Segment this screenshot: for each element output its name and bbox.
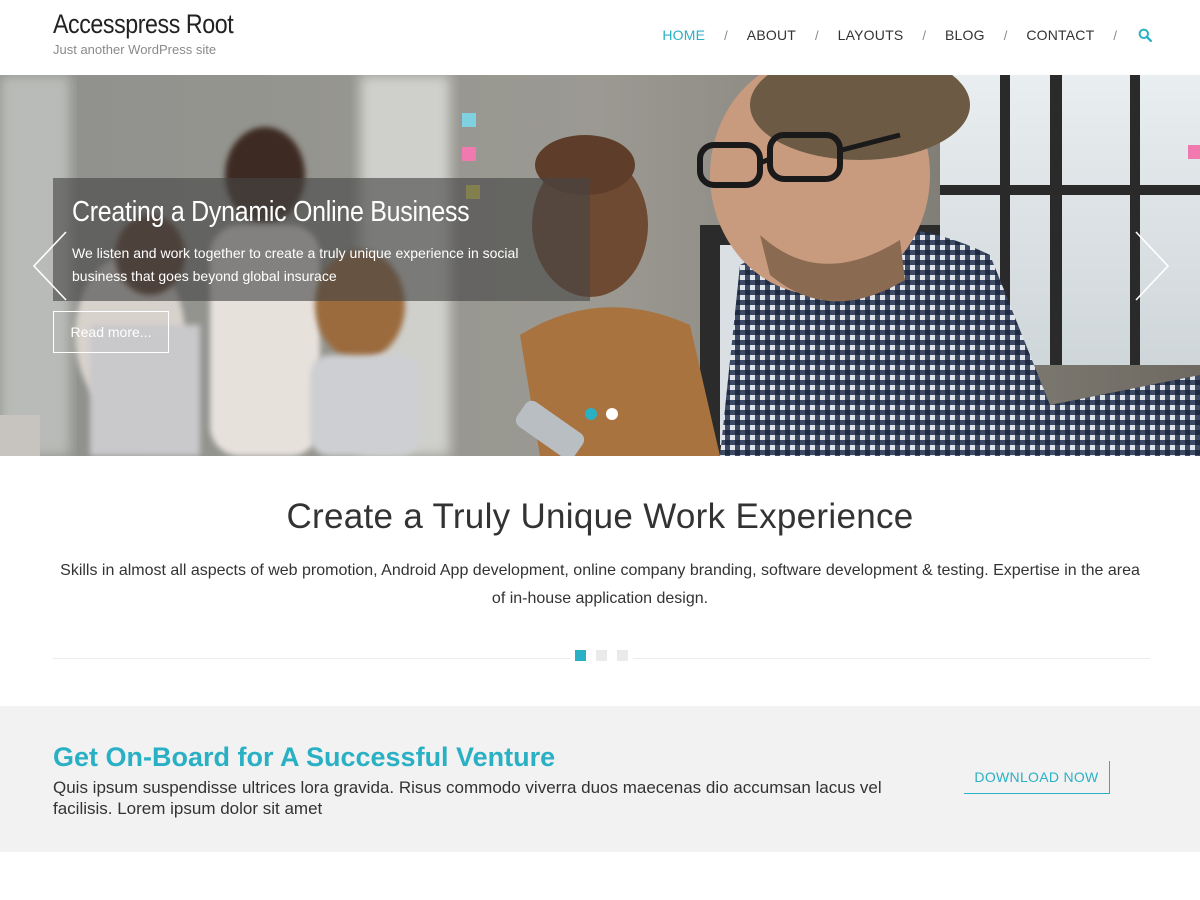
intro-title: Create a Truly Unique Work Experience (286, 497, 914, 536)
slider-pagination (585, 408, 618, 420)
nav-item-about[interactable]: ABOUT (747, 27, 796, 43)
chevron-left-icon[interactable] (32, 230, 68, 302)
nav-item-contact[interactable]: CONTACT (1026, 27, 1094, 43)
nav-separator: / (815, 27, 819, 43)
chevron-right-icon[interactable] (1134, 230, 1170, 302)
read-more-button[interactable]: Read more... (53, 311, 169, 353)
slider-dot[interactable] (606, 408, 618, 420)
hero-slider: Creating a Dynamic Online Business We li… (0, 75, 1200, 456)
nav-separator: / (1003, 27, 1008, 43)
main-nav: HOME / ABOUT / LAYOUTS / BLOG / CONTACT … (662, 26, 1153, 44)
site-title[interactable]: Accesspress Root (53, 9, 234, 40)
intro-pagination (570, 650, 633, 661)
site-tagline: Just another WordPress site (53, 42, 217, 57)
cta-title: Get On-Board for A Successful Venture (53, 742, 556, 772)
search-icon[interactable] (1138, 28, 1153, 43)
nav-separator: / (1113, 27, 1117, 43)
slide-title: Creating a Dynamic Online Business (72, 196, 470, 228)
site-header: Accesspress Root Just another WordPress … (0, 0, 1200, 75)
intro-text: Skills in almost all aspects of web prom… (60, 562, 1140, 607)
nav-separator: / (724, 27, 728, 43)
nav-item-layouts[interactable]: LAYOUTS (838, 27, 904, 43)
call-to-action: Get On-Board for A Successful Venture Qu… (0, 706, 1200, 852)
slide-caption: Creating a Dynamic Online Business We li… (53, 178, 590, 301)
nav-item-home[interactable]: HOME (662, 27, 705, 43)
download-now-button[interactable]: DOWNLOAD NOW (964, 761, 1110, 794)
intro-page-square[interactable] (596, 650, 607, 661)
nav-item-blog[interactable]: BLOG (945, 27, 985, 43)
slide-description: We listen and work together to create a … (72, 245, 519, 284)
nav-separator: / (922, 27, 926, 43)
cta-text: Quis ipsum suspendisse ultrices lora gra… (53, 778, 882, 818)
intro-page-square[interactable] (575, 650, 586, 661)
intro-page-square[interactable] (617, 650, 628, 661)
slider-dot[interactable] (585, 408, 597, 420)
